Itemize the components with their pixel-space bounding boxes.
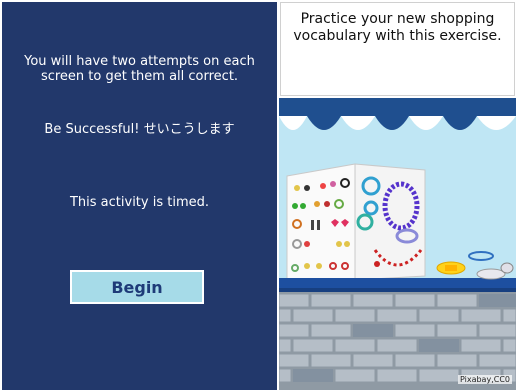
jewelry-shop-illustration: Pixabay,CC0	[279, 98, 516, 390]
activity-frame: You will have two attempts on each scree…	[0, 0, 516, 392]
timed-notice: This activity is timed.	[69, 195, 210, 210]
intro-text: Practice your new shopping vocabulary wi…	[280, 2, 515, 96]
instructions-panel: You will have two attempts on each scree…	[2, 2, 277, 390]
illustration-area: Practice your new shopping vocabulary wi…	[279, 0, 516, 392]
success-message: Be Successful! せいこうします	[44, 122, 235, 137]
attempts-instruction: You will have two attempts on each scree…	[24, 54, 255, 84]
image-credit: Pixabay,CC0	[457, 375, 512, 384]
jewelry-display-board	[286, 163, 426, 287]
begin-button[interactable]: Begin	[70, 270, 204, 304]
